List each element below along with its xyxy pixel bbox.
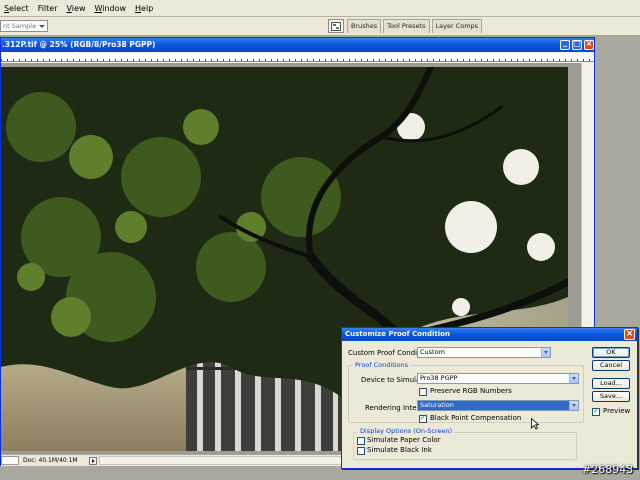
simulate-ink-label: Simulate Black Ink <box>367 446 432 454</box>
maximize-button[interactable] <box>572 39 582 50</box>
dialog-close-button[interactable]: × <box>624 329 635 340</box>
mouse-cursor-icon <box>531 418 539 430</box>
doc-size-status: Doc: 40.1M/40.1M <box>23 457 78 464</box>
display-options-title: Display Options (On-Screen) <box>358 427 455 435</box>
simulate-paper-checkbox[interactable] <box>357 437 365 445</box>
tab-layer-comps[interactable]: Layer Comps <box>431 19 483 33</box>
device-select[interactable]: Pro38 PGPP <box>417 373 579 384</box>
tab-brushes[interactable]: Brushes <box>347 19 382 33</box>
palette-icon <box>331 22 341 31</box>
zoom-field[interactable] <box>1 456 19 465</box>
horizontal-ruler <box>1 53 594 62</box>
cancel-button[interactable]: Cancel <box>592 360 630 371</box>
black-point-checkbox[interactable] <box>419 413 427 423</box>
dropdown-arrow-icon <box>541 348 550 357</box>
rendering-intent-select[interactable]: Saturation <box>417 400 579 411</box>
preserve-rgb-label: Preserve RGB Numbers <box>430 387 512 395</box>
palette-well-toggle[interactable] <box>328 19 344 33</box>
menu-help[interactable]: Help <box>135 4 158 13</box>
customize-proof-dialog: Customize Proof Condition × Custom Proof… <box>341 327 638 469</box>
preserve-rgb-checkbox[interactable] <box>419 388 427 396</box>
menu-bar: Select Filter View Window Help <box>0 0 640 17</box>
load-button[interactable]: Load... <box>592 378 630 389</box>
menu-filter[interactable]: Filter <box>38 4 63 13</box>
document-title[interactable]: .312P.tif @ 25% (RGB/8/Pro38 PGPP) <box>1 38 594 52</box>
rendering-intent-value: Saturation <box>420 401 454 409</box>
preview-checkbox[interactable] <box>592 406 600 416</box>
black-point-label: Black Point Compensation <box>430 414 522 422</box>
menu-select[interactable]: Select <box>4 4 34 13</box>
menu-window[interactable]: Window <box>94 4 131 13</box>
menu-view[interactable]: View <box>67 4 91 13</box>
watermark-id: #268943 <box>582 463 634 476</box>
close-button[interactable] <box>584 39 594 50</box>
device-value: Pro38 PGPP <box>420 374 458 382</box>
dropdown-arrow-icon <box>569 374 578 383</box>
custom-proof-value: Custom <box>420 348 445 356</box>
sample-size-select[interactable]: nt Sample <box>0 20 48 32</box>
ok-button[interactable]: OK <box>592 347 630 358</box>
simulate-paper-label: Simulate Paper Color <box>367 436 441 444</box>
minimize-button[interactable] <box>560 38 570 50</box>
proof-conditions-title: Proof Conditions <box>353 361 411 369</box>
custom-proof-select[interactable]: Custom <box>417 347 551 358</box>
options-bar: nt Sample Brushes Tool Presets Layer Com… <box>0 17 640 36</box>
palette-well: Brushes Tool Presets Layer Comps <box>347 19 484 34</box>
simulate-ink-checkbox[interactable] <box>357 447 365 455</box>
tab-tool-presets[interactable]: Tool Presets <box>383 19 430 33</box>
dropdown-arrow-icon <box>569 401 578 410</box>
preview-label: Preview <box>603 407 631 415</box>
dialog-title[interactable]: Customize Proof Condition <box>342 328 637 341</box>
status-menu-arrow[interactable] <box>89 457 97 465</box>
save-button[interactable]: Save... <box>592 391 630 402</box>
